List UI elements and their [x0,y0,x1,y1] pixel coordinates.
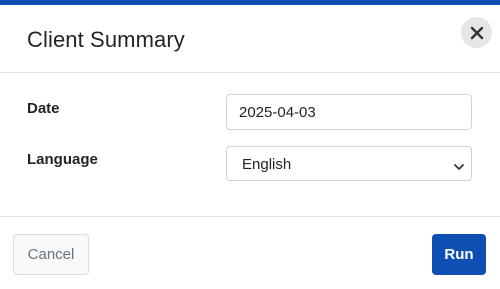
close-button[interactable] [461,17,492,48]
run-button[interactable]: Run [432,234,486,275]
dialog-footer: Cancel Run [0,217,500,289]
dialog-title: Client Summary [27,27,185,52]
date-label: Date [27,100,60,117]
dialog-body: Date Language English [0,73,500,217]
client-summary-dialog: Client Summary Date Language English Can… [0,0,500,289]
cancel-button[interactable]: Cancel [13,234,89,275]
date-field[interactable] [226,94,472,130]
language-selected-value: English [242,156,292,173]
dialog-header: Client Summary [0,5,500,73]
language-label: Language [27,151,98,168]
chevron-down-icon [453,159,465,177]
language-select[interactable]: English [226,146,472,181]
close-icon [470,26,484,40]
